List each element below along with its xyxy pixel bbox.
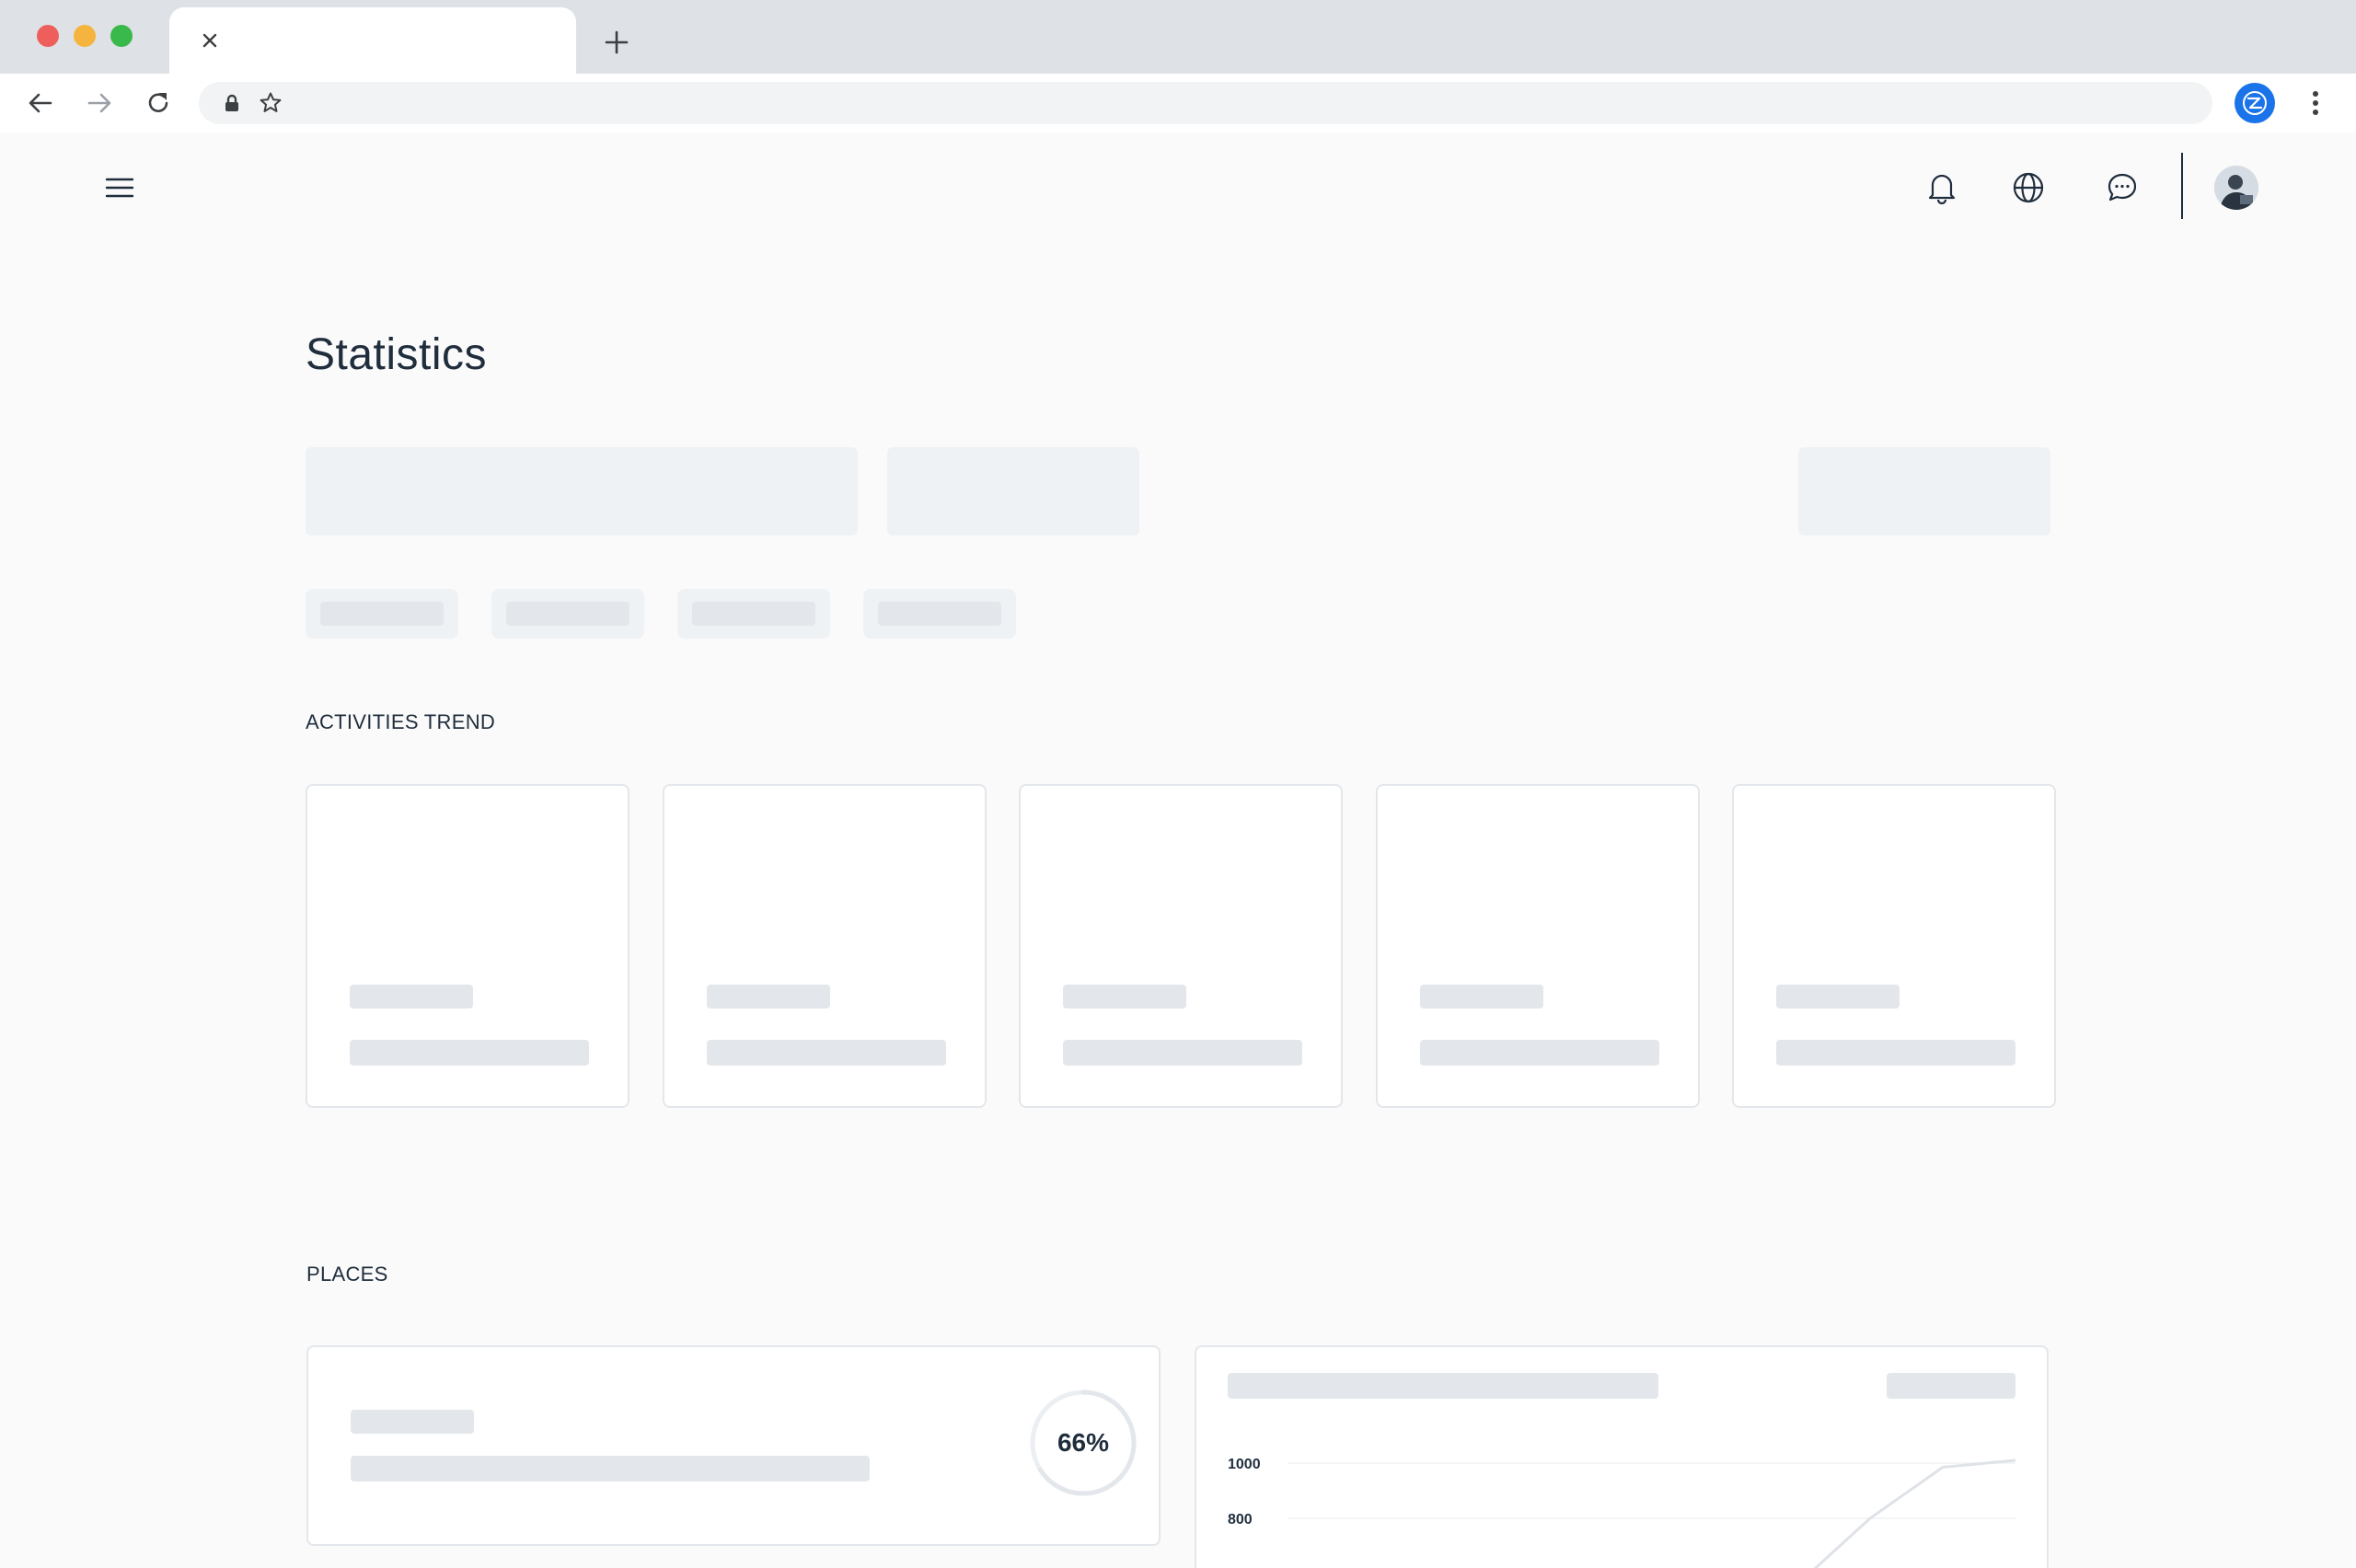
bookmark-star-icon[interactable]: [258, 90, 283, 116]
back-button[interactable]: [20, 83, 61, 123]
places-chart-card: 1000800600: [1195, 1345, 2049, 1568]
page-title: Statistics: [306, 330, 488, 379]
chat-icon: [2108, 173, 2137, 202]
places-label: PLACES: [306, 1262, 388, 1286]
globe-icon: [2013, 172, 2044, 203]
y-tick-label: 800: [1228, 1512, 1253, 1528]
lock-icon: [219, 90, 245, 116]
menu-button[interactable]: [98, 166, 142, 210]
places-line-chart: 1000800600: [1228, 1457, 2016, 1568]
series-line: [1813, 1458, 2016, 1568]
export-button-skeleton: [1798, 447, 2050, 536]
reload-icon: [148, 93, 168, 112]
window-minimize-button[interactable]: [74, 25, 96, 47]
hamburger-icon: [105, 178, 134, 198]
card-title-skeleton: [351, 1410, 474, 1434]
plus-icon: [605, 30, 629, 54]
new-tab-button[interactable]: [596, 22, 637, 63]
browser-tab[interactable]: [169, 7, 576, 74]
filter-chip-skeleton: [677, 589, 830, 639]
header-divider: [2181, 153, 2183, 219]
filter-chip-skeleton: [863, 589, 1016, 639]
user-avatar[interactable]: [2214, 166, 2258, 210]
occupancy-percent: 66%: [1057, 1428, 1110, 1457]
language-button[interactable]: [2006, 166, 2050, 210]
address-bar[interactable]: [199, 82, 2212, 124]
trend-card-skeleton: [1019, 784, 1343, 1108]
search-filter-skeleton: [306, 447, 858, 536]
bell-icon: [1928, 174, 1956, 204]
close-icon: [202, 33, 217, 48]
trend-card-skeleton: [306, 784, 629, 1108]
y-tick-label: 1000: [1228, 1457, 1261, 1472]
window-close-button[interactable]: [37, 25, 59, 47]
trend-card-skeleton: [663, 784, 987, 1108]
arrow-right-icon: [87, 93, 111, 113]
activities-trend-label: ACTIVITIES TREND: [306, 710, 496, 733]
trend-card-skeleton: [1376, 784, 1700, 1108]
extension-icon[interactable]: [2235, 83, 2275, 123]
close-tab-button[interactable]: [191, 22, 228, 59]
filter-chip-skeleton: [306, 589, 458, 639]
more-vertical-icon: [2313, 91, 2318, 115]
messages-button[interactable]: [2100, 166, 2144, 210]
window-maximize-button[interactable]: [110, 25, 133, 47]
filter-chip-skeleton: [491, 589, 644, 639]
card-subtitle-skeleton: [351, 1456, 870, 1482]
period-filter-skeleton: [887, 447, 1139, 536]
trend-card-skeleton: [1732, 784, 2056, 1108]
forward-button[interactable]: [79, 83, 120, 123]
occupancy-card: 66%: [306, 1345, 1161, 1546]
reload-button[interactable]: [138, 83, 179, 123]
notifications-button[interactable]: [1920, 166, 1964, 210]
browser-menu-button[interactable]: [2295, 83, 2336, 123]
arrow-left-icon: [29, 93, 52, 113]
